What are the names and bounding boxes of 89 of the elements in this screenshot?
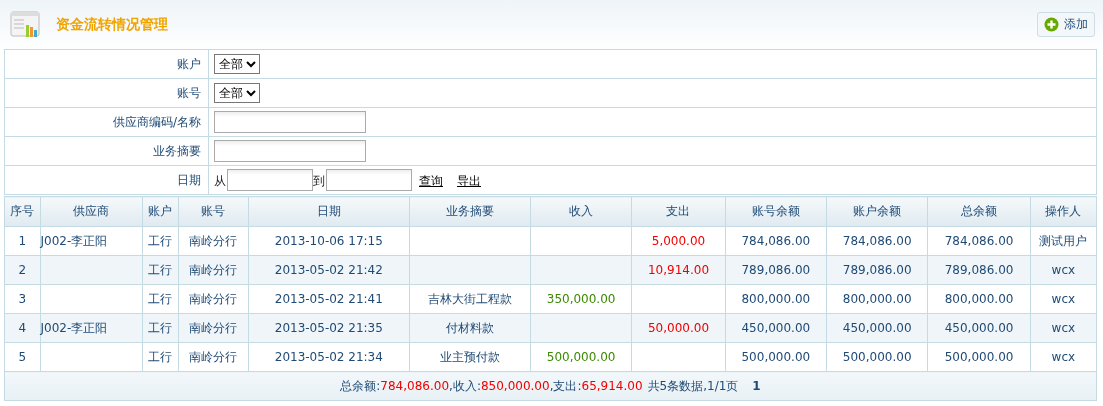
table-cell: wcx bbox=[1051, 321, 1076, 335]
table-cell: 5 bbox=[18, 350, 27, 364]
total-value: 65,914.00 bbox=[581, 378, 643, 393]
table-cell: 3 bbox=[18, 292, 27, 306]
column-header: 账户 bbox=[142, 196, 179, 227]
filter-label: 日期 bbox=[4, 165, 209, 195]
table-cell: 500,000.00 bbox=[741, 350, 811, 364]
table-cell: 南岭分行 bbox=[189, 291, 238, 306]
table-cell: 500,000.00 bbox=[842, 350, 912, 364]
table-cell: 2 bbox=[18, 263, 27, 277]
table-cell: 南岭分行 bbox=[189, 262, 238, 277]
table-cell: 789,086.00 bbox=[944, 263, 1014, 277]
table-cell: wcx bbox=[1051, 292, 1076, 306]
column-header: 供应商 bbox=[40, 196, 143, 227]
table-cell: 2013-05-02 21:35 bbox=[274, 321, 383, 335]
filter-select[interactable]: 全部 bbox=[214, 54, 260, 74]
table-cell: 吉林大街工程款 bbox=[428, 291, 512, 306]
table-cell: 2013-05-02 21:41 bbox=[274, 292, 383, 306]
total-value: 850,000.00 bbox=[480, 378, 550, 393]
table-cell: 800,000.00 bbox=[842, 292, 912, 306]
column-header: 操作人 bbox=[1030, 196, 1097, 227]
table-cell: 2013-10-06 17:15 bbox=[274, 234, 383, 248]
filter-label: 账户 bbox=[4, 49, 209, 79]
table-cell: 784,086.00 bbox=[944, 234, 1014, 248]
table-cell: 500,000.00 bbox=[944, 350, 1014, 364]
filter-label: 业务摘要 bbox=[4, 136, 209, 166]
table-cell: 工行 bbox=[148, 349, 173, 364]
table-cell: 2013-05-02 21:42 bbox=[274, 263, 383, 277]
table-cell: 1 bbox=[18, 234, 27, 248]
from-label: 从 bbox=[214, 173, 226, 188]
table-cell: 5,000.00 bbox=[651, 234, 706, 248]
total-label: 总余额: bbox=[340, 378, 381, 393]
total-label: ,支出: bbox=[549, 378, 582, 393]
date-field[interactable] bbox=[326, 169, 412, 191]
table-cell: J002-李正阳 bbox=[40, 233, 108, 248]
total-label: ,收入: bbox=[449, 378, 481, 393]
table-cell: 南岭分行 bbox=[189, 233, 238, 248]
column-header: 日期 bbox=[248, 196, 410, 227]
page-title: 资金流转情况管理 bbox=[56, 15, 168, 34]
column-header: 业务摘要 bbox=[409, 196, 531, 227]
table-cell: 800,000.00 bbox=[944, 292, 1014, 306]
column-header: 支出 bbox=[631, 196, 726, 227]
action-link[interactable]: 查询 bbox=[419, 173, 443, 188]
table-cell: 工行 bbox=[148, 291, 173, 306]
table-cell: 450,000.00 bbox=[741, 321, 811, 335]
input-field[interactable] bbox=[214, 140, 366, 162]
column-header: 收入 bbox=[530, 196, 632, 227]
column-header: 总余额 bbox=[927, 196, 1031, 227]
table-cell: 450,000.00 bbox=[944, 321, 1014, 335]
column-header: 账号余额 bbox=[725, 196, 827, 227]
table-cell: wcx bbox=[1051, 350, 1076, 364]
table-cell: 784,086.00 bbox=[842, 234, 912, 248]
column-header: 账户余额 bbox=[826, 196, 928, 227]
filter-select[interactable]: 全部 bbox=[214, 83, 260, 103]
table-cell: 800,000.00 bbox=[741, 292, 811, 306]
table-cell: wcx bbox=[1051, 263, 1076, 277]
table-cell: 南岭分行 bbox=[189, 320, 238, 335]
table-cell: 工行 bbox=[148, 233, 173, 248]
add-button[interactable]: 添加 bbox=[1037, 12, 1095, 37]
table-cell: 测试用户 bbox=[1039, 233, 1088, 248]
report-icon bbox=[10, 10, 42, 39]
table-cell: 450,000.00 bbox=[842, 321, 912, 335]
filter-label: 供应商编码/名称 bbox=[4, 107, 209, 137]
action-link[interactable]: 导出 bbox=[457, 173, 481, 188]
table-cell: 业主预付款 bbox=[440, 349, 500, 364]
table-cell: 500,000.00 bbox=[546, 350, 616, 364]
table-cell: 784,086.00 bbox=[741, 234, 811, 248]
table-cell: 工行 bbox=[148, 262, 173, 277]
table-cell: J002-李正阳 bbox=[40, 320, 108, 335]
table-cell: 工行 bbox=[148, 320, 173, 335]
input-field[interactable] bbox=[214, 111, 366, 133]
column-header: 账号 bbox=[178, 196, 249, 227]
add-icon bbox=[1044, 17, 1059, 32]
table-cell: 50,000.00 bbox=[647, 321, 709, 335]
total-value: 784,086.00 bbox=[380, 378, 450, 393]
column-header: 序号 bbox=[4, 196, 41, 227]
page-link[interactable]: 1 bbox=[752, 378, 761, 393]
table-cell: 2013-05-02 21:34 bbox=[274, 350, 383, 364]
date-field[interactable] bbox=[227, 169, 313, 191]
table-cell: 付材料款 bbox=[446, 320, 494, 335]
filter-label: 账号 bbox=[4, 78, 209, 108]
table-cell: 789,086.00 bbox=[842, 263, 912, 277]
table-cell: 789,086.00 bbox=[741, 263, 811, 277]
to-label: 到 bbox=[313, 173, 325, 188]
table-cell: 南岭分行 bbox=[189, 349, 238, 364]
page-summary: 共5条数据,1/1页 bbox=[647, 378, 739, 393]
table-cell: 10,914.00 bbox=[647, 263, 709, 277]
table-cell: 350,000.00 bbox=[546, 292, 616, 306]
table-cell: 4 bbox=[18, 321, 27, 335]
